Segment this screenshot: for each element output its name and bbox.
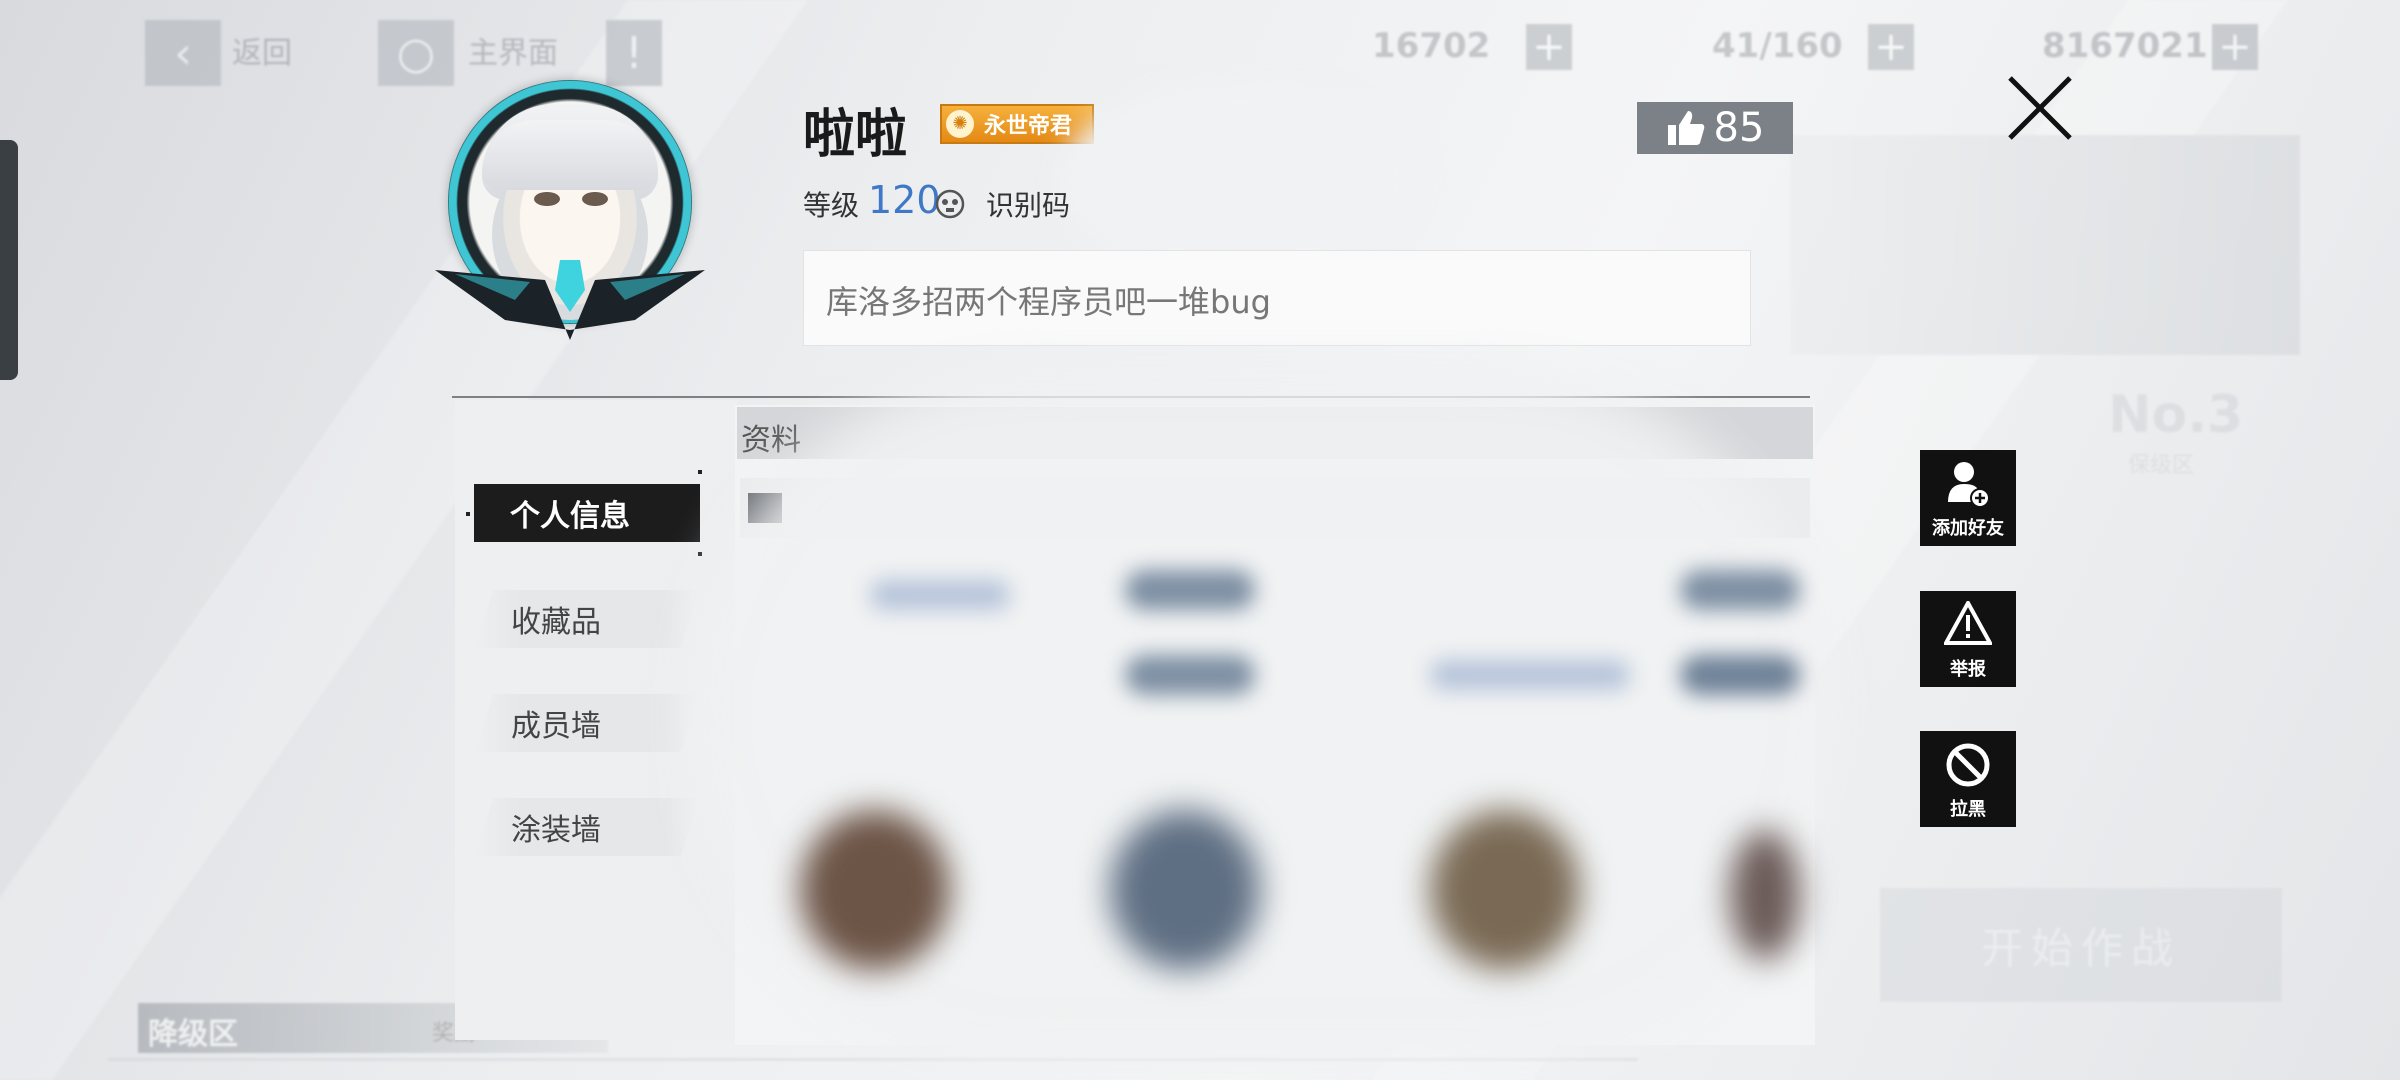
rank-number: No.3	[2108, 385, 2244, 445]
avatar-frame-icon	[435, 260, 705, 340]
signature-text: 库洛多招两个程序员吧一堆bug	[826, 283, 1271, 321]
tab-member-wall[interactable]: 成员墙	[475, 694, 699, 752]
player-name: 啦啦	[803, 105, 908, 165]
resource-1-value: 16702	[1372, 26, 1491, 66]
side-drawer-handle[interactable]	[0, 140, 18, 380]
alert-icon[interactable]: !	[606, 20, 662, 86]
nav-mark	[466, 512, 470, 516]
level-value: 120	[868, 178, 941, 222]
resource-2-value: 41/160	[1712, 26, 1843, 66]
tab-personal-info[interactable]: 个人信息	[474, 484, 700, 542]
team-panel	[1790, 135, 2300, 355]
section-title: 资料	[741, 423, 801, 458]
title-badge: ✺ 永世帝君	[940, 104, 1094, 144]
demote-zone-label: 降级区	[148, 1017, 238, 1052]
rank-zone: 保级区	[2128, 453, 2195, 478]
collection-card[interactable]	[1720, 790, 1810, 990]
back-button[interactable]: ‹	[145, 20, 221, 86]
blurred-text	[870, 580, 1010, 610]
like-button[interactable]: 85	[1637, 102, 1793, 154]
resource-3-plus-button[interactable]: +	[2212, 24, 2258, 70]
block-button[interactable]: 拉黑	[1920, 731, 2016, 827]
home-button[interactable]: ○	[378, 20, 454, 86]
block-label: 拉黑	[1950, 799, 1986, 820]
signature-box: 库洛多招两个程序员吧一堆bug	[803, 250, 1751, 346]
nav-mark	[698, 552, 702, 556]
blurred-button	[1125, 655, 1255, 695]
title-badge-label: 永世帝君	[984, 114, 1073, 139]
nav-mark	[698, 470, 702, 474]
close-icon[interactable]	[2004, 72, 2076, 144]
resource-3-value: 8167021	[2042, 26, 2208, 66]
report-label: 举报	[1950, 659, 1986, 680]
thumbs-up-icon	[1667, 111, 1704, 145]
add-friend-label: 添加好友	[1932, 518, 2004, 539]
collection-card[interactable]	[760, 790, 1060, 990]
blurred-button	[1680, 655, 1800, 695]
level-label: 等级	[803, 189, 860, 222]
blurred-text	[1430, 660, 1630, 690]
collection-card[interactable]	[1400, 790, 1700, 990]
back-label: 返回	[232, 36, 292, 71]
title-badge-icon: ✺	[946, 110, 974, 138]
blurred-button	[1680, 570, 1800, 610]
like-count: 85	[1713, 105, 1765, 151]
id-label: 识别码	[986, 189, 1071, 222]
tab-skin-wall[interactable]: 涂装墙	[475, 798, 699, 856]
add-friend-button[interactable]: 添加好友	[1920, 450, 2016, 546]
report-button[interactable]: 举报	[1920, 591, 2016, 687]
tab-collectibles[interactable]: 收藏品	[475, 590, 699, 648]
block-icon	[1946, 743, 1990, 787]
add-friend-icon	[1948, 462, 1990, 508]
resource-2-plus-button[interactable]: +	[1868, 24, 1914, 70]
avatar[interactable]	[430, 80, 710, 350]
start-battle-button[interactable]: 开始作战	[1880, 888, 2282, 1002]
home-label: 主界面	[468, 36, 558, 71]
blurred-button	[1125, 570, 1255, 610]
collection-card[interactable]	[1080, 790, 1380, 990]
warning-icon	[1944, 601, 1992, 645]
skull-icon	[935, 189, 965, 219]
resource-1-plus-button[interactable]: +	[1526, 24, 1572, 70]
